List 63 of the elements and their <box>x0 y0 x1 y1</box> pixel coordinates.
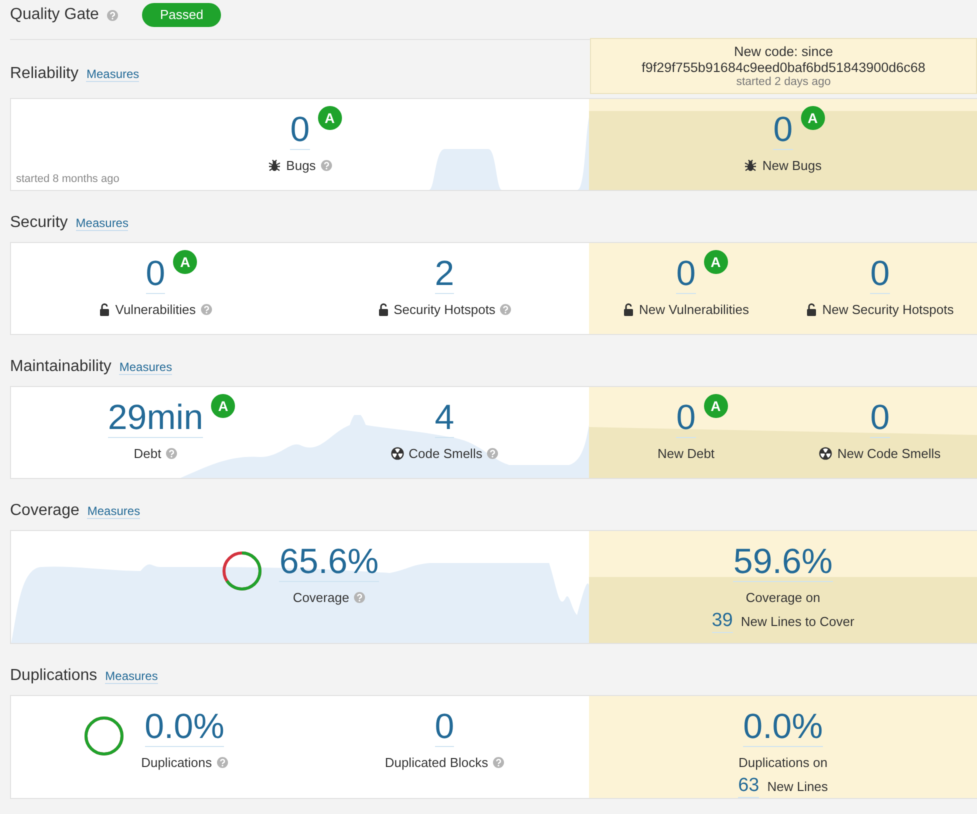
quality-gate-title: Quality Gate <box>10 5 99 25</box>
metric-label: Coverage on <box>746 588 820 607</box>
rating-badge: A <box>318 106 342 130</box>
metric-label: New Code Smells <box>837 444 941 463</box>
measures-link[interactable]: Measures <box>119 360 172 376</box>
measures-link[interactable]: Measures <box>87 504 140 520</box>
metric-label: Code Smells <box>408 444 482 463</box>
rating-badge: A <box>704 250 728 274</box>
history-note: started 8 months ago <box>16 172 120 186</box>
metric-value[interactable]: 0 <box>773 112 793 150</box>
metric-label: Coverage <box>292 588 350 607</box>
metric-value[interactable]: 39 <box>712 611 733 634</box>
bug-icon <box>268 159 282 172</box>
padlock-icon <box>806 303 818 316</box>
padlock-icon <box>622 303 634 316</box>
metric-value[interactable]: 4 <box>434 400 454 438</box>
metric-label: Debt <box>134 444 162 463</box>
metric-value[interactable]: 0 <box>676 256 696 294</box>
padlock-icon <box>378 303 389 316</box>
section-title: Security <box>10 213 68 233</box>
measures-link[interactable]: Measures <box>86 67 140 82</box>
metric-value[interactable]: 0 <box>290 112 310 150</box>
metric-value[interactable]: 2 <box>434 256 454 294</box>
metric-value[interactable]: 0.0% <box>743 709 823 747</box>
rating-badge: A <box>704 394 728 418</box>
metric-label: Duplicated Blocks <box>384 754 488 772</box>
measures-link[interactable]: Measures <box>76 216 128 232</box>
metric-value[interactable]: 63 <box>738 776 760 798</box>
bug-icon <box>744 159 758 172</box>
metric-value[interactable]: 0.0% <box>144 709 224 747</box>
metric-value[interactable]: 29min <box>108 400 204 438</box>
donut-chart <box>83 715 126 757</box>
metric-label: New Debt <box>657 444 715 463</box>
section-title: Maintainability <box>10 357 112 377</box>
metric-label: New Vulnerabilities <box>638 300 750 319</box>
new-code-date: started 2 days ago <box>735 76 832 90</box>
metric-value[interactable]: 0 <box>676 400 696 438</box>
metric-label: Duplications on <box>738 754 828 772</box>
section-title: Duplications <box>10 666 98 686</box>
metric-label: Vulnerabilities <box>115 300 196 319</box>
rating-badge: A <box>211 394 236 418</box>
section-title: Reliability <box>10 64 78 84</box>
metric-label: Duplications <box>141 754 212 772</box>
section-title: Coverage <box>10 501 80 521</box>
donut-chart <box>221 550 264 592</box>
metric-value[interactable]: 0 <box>434 709 454 747</box>
metric-label: New Security Hotspots <box>822 300 954 319</box>
new-code-title: New code: since <box>732 44 834 60</box>
measures-link[interactable]: Measures <box>105 669 158 684</box>
metric-value[interactable]: 0 <box>870 400 890 438</box>
padlock-icon <box>99 303 110 316</box>
metric-value[interactable]: 0 <box>870 256 890 294</box>
metric-value[interactable]: 65.6% <box>279 544 379 582</box>
revision-hash: f9f29f755b91684c9eed0baf6bd51843900d6c68 <box>640 60 926 76</box>
metric-label: New Lines to Cover <box>740 613 854 632</box>
metric-value[interactable]: 0 <box>146 256 166 294</box>
rating-badge: A <box>173 250 198 274</box>
status-badge: Passed <box>142 3 222 27</box>
metric-label: Bugs <box>286 156 316 175</box>
metric-label: New Bugs <box>762 156 822 175</box>
metric-label: Security Hotspots <box>394 300 496 319</box>
metric-label: New Lines <box>767 778 828 796</box>
metric-value[interactable]: 59.6% <box>733 544 833 582</box>
